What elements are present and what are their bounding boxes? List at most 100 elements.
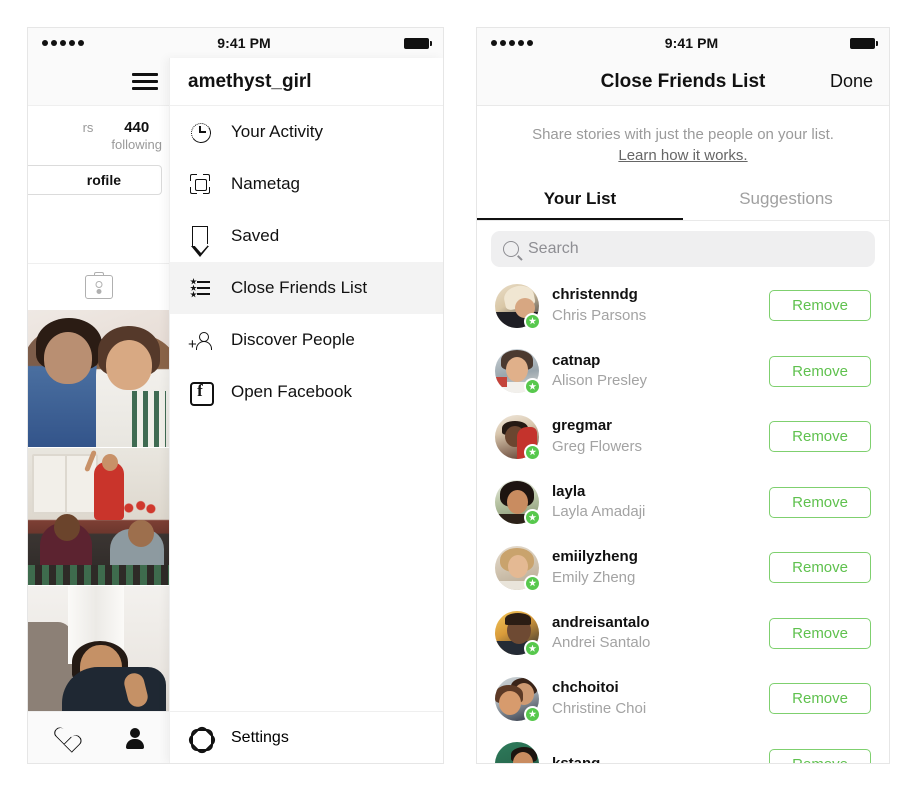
menu-item-your-activity[interactable]: Your Activity (170, 106, 443, 158)
profile-column: rs 440 following rofile (28, 58, 170, 763)
menu-item-discover-people[interactable]: + Discover People (170, 314, 443, 366)
list-item-names: layla Layla Amadaji (552, 482, 756, 523)
fullname: Layla Amadaji (552, 503, 646, 520)
menu-item-saved[interactable]: Saved (170, 210, 443, 262)
side-menu-panel: amethyst_girl Your Activity Nametag Save… (169, 58, 443, 763)
right-phone-screen: 9:41 PM Close Friends List Done Share st… (476, 27, 890, 764)
stat-followers[interactable]: rs (83, 120, 94, 153)
remove-button[interactable]: Remove (769, 486, 871, 518)
avatar[interactable] (495, 349, 541, 395)
avatar[interactable] (495, 414, 541, 461)
remove-button[interactable]: Remove (769, 617, 871, 649)
menu-item-label: Settings (231, 728, 289, 746)
close-friend-star-badge (524, 378, 541, 395)
menu-item-settings[interactable]: Settings (170, 711, 443, 763)
search-input[interactable]: Search (491, 230, 875, 267)
left-phone-screen: 9:41 PM rs 440 following rofile amethyst… (27, 27, 444, 764)
list-item[interactable]: gregmar Greg Flowers Remove (477, 404, 889, 470)
avatar[interactable] (495, 742, 539, 763)
close-friend-star-badge (524, 443, 541, 461)
battery-icon (404, 37, 432, 49)
list-item[interactable]: andreisantalo Andrei Santalo Remove (477, 600, 889, 666)
avatar[interactable] (495, 545, 541, 592)
list-item[interactable]: chchoitoi Christine Choi Remove (477, 666, 889, 732)
menu-item-open-facebook[interactable]: f Open Facebook (170, 366, 443, 418)
list-item-names: emiilyzheng Emily Zheng (552, 547, 756, 588)
list-item-names: kstang (552, 754, 756, 764)
heart-icon[interactable] (53, 728, 75, 748)
info-text: Share stories with just the people on yo… (532, 126, 834, 143)
grid-photo[interactable] (28, 309, 170, 448)
grid-photo[interactable] (28, 447, 170, 586)
close-friend-star-badge (524, 312, 541, 330)
remove-button[interactable]: Remove (769, 290, 871, 321)
tab-bar: Your List Suggestions (477, 181, 889, 221)
username: catnap (552, 351, 601, 369)
list-item-names: andreisantalo Andrei Santalo (552, 613, 756, 654)
menu-item-label: Nametag (231, 174, 300, 193)
done-button[interactable]: Done (830, 71, 873, 92)
page-title: Close Friends List (600, 70, 766, 92)
edit-profile-button[interactable]: rofile (28, 164, 162, 195)
username: christenndg (552, 286, 638, 304)
person-icon[interactable] (124, 727, 146, 749)
list-item-names: chchoitoi Christine Choi (552, 678, 756, 719)
username: andreisantalo (552, 613, 650, 631)
close-friend-star-badge (524, 574, 541, 592)
list-item[interactable]: christenndg Chris Parsons Remove (477, 273, 889, 339)
profile-photo-grid (28, 309, 170, 724)
close-friend-star-badge (524, 705, 541, 723)
list-item[interactable]: catnap Alison Presley Remove (477, 338, 889, 404)
fullname: Emily Zheng (552, 568, 636, 586)
avatar[interactable] (495, 611, 541, 657)
menu-item-close-friends-list[interactable]: Close Friends List (170, 262, 443, 314)
hamburger-menu-icon[interactable] (132, 69, 158, 94)
nav-bar: Close Friends List Done (477, 58, 889, 106)
fullname: Greg Flowers (552, 437, 643, 455)
facebook-icon: f (188, 380, 214, 406)
list-item-names: catnap Alison Presley (552, 351, 756, 392)
menu-item-label: Saved (231, 226, 280, 245)
list-item[interactable]: kstang Remove (477, 731, 889, 764)
tagged-photos-icon (85, 274, 113, 299)
remove-button[interactable]: Remove (769, 683, 871, 714)
activity-clock-icon (188, 120, 213, 145)
tab-your-list[interactable]: Your List (477, 181, 683, 220)
fullname: Christine Choi (552, 699, 647, 717)
menu-item-label: Discover People (231, 330, 355, 349)
search-container: Search (477, 221, 889, 273)
list-item-names: christenndg Chris Parsons (552, 285, 756, 326)
avatar[interactable] (495, 480, 541, 526)
add-person-icon: + (188, 328, 212, 352)
remove-button[interactable]: Remove (769, 748, 871, 763)
tab-suggestions[interactable]: Suggestions (683, 181, 889, 220)
menu-item-nametag[interactable]: Nametag (170, 158, 443, 210)
stat-following[interactable]: 440 following (111, 119, 162, 153)
signal-dots-icon (491, 40, 533, 46)
right-status-bar: 9:41 PM (477, 28, 889, 58)
signal-dots-icon (42, 40, 84, 46)
avatar[interactable] (495, 676, 541, 723)
grid-photo[interactable] (28, 585, 170, 724)
menu-item-label: Your Activity (231, 122, 323, 141)
username: emiilyzheng (552, 548, 638, 566)
menu-username-title: amethyst_girl (170, 58, 443, 106)
remove-button[interactable]: Remove (769, 552, 871, 583)
username: layla (552, 482, 586, 500)
learn-how-it-works-link[interactable]: Learn how it works. (618, 147, 747, 164)
list-item[interactable]: layla Layla Amadaji Remove (477, 469, 889, 535)
search-icon (503, 240, 519, 257)
menu-items-list: Your Activity Nametag Saved Close Friend… (170, 106, 443, 711)
remove-button[interactable]: Remove (769, 355, 871, 387)
username: kstang (552, 754, 601, 764)
remove-button[interactable]: Remove (769, 421, 871, 452)
status-time: 9:41 PM (664, 35, 719, 51)
close-friend-star-badge (524, 640, 541, 657)
avatar[interactable] (495, 283, 541, 330)
close-friend-star-badge (524, 509, 541, 526)
username: chchoitoi (552, 679, 619, 697)
gear-icon (186, 723, 218, 756)
fullname: Chris Parsons (552, 306, 647, 324)
list-item[interactable]: emiilyzheng Emily Zheng Remove (477, 535, 889, 601)
profile-tagged-tab[interactable] (28, 264, 170, 310)
